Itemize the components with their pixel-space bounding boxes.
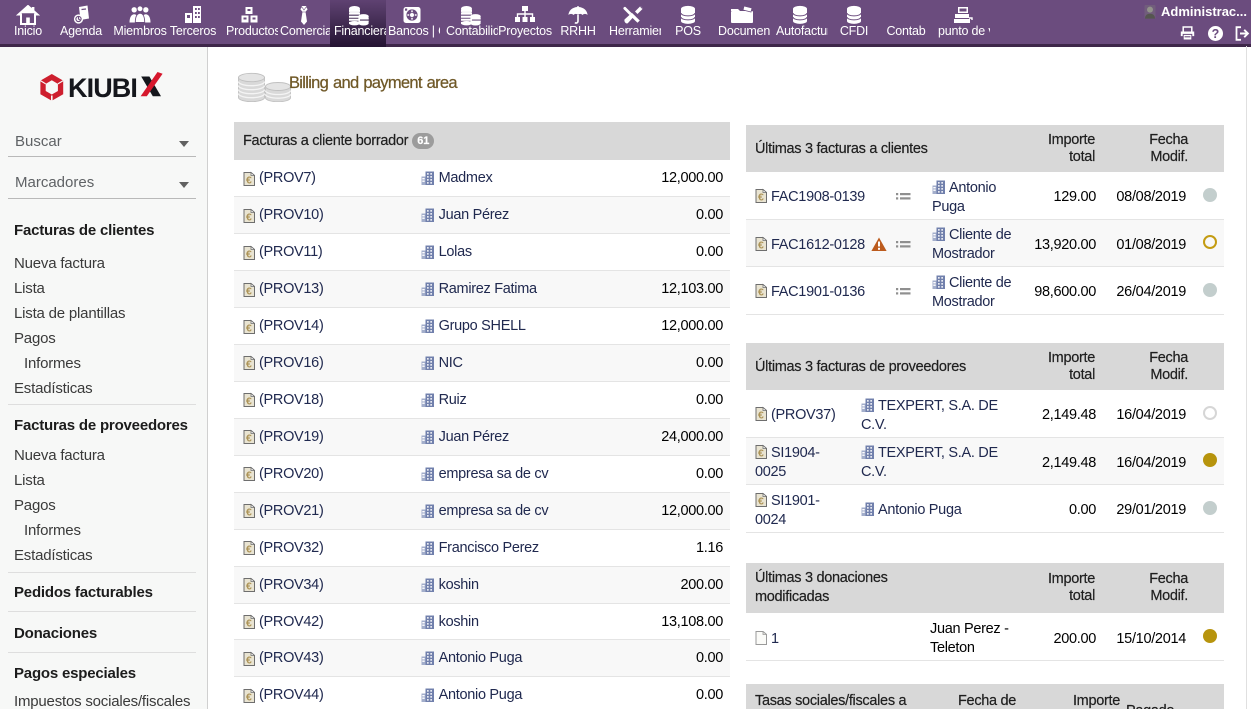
svg-text:KIUBI: KIUBI <box>68 73 137 103</box>
svg-text:?: ? <box>1211 27 1219 41</box>
